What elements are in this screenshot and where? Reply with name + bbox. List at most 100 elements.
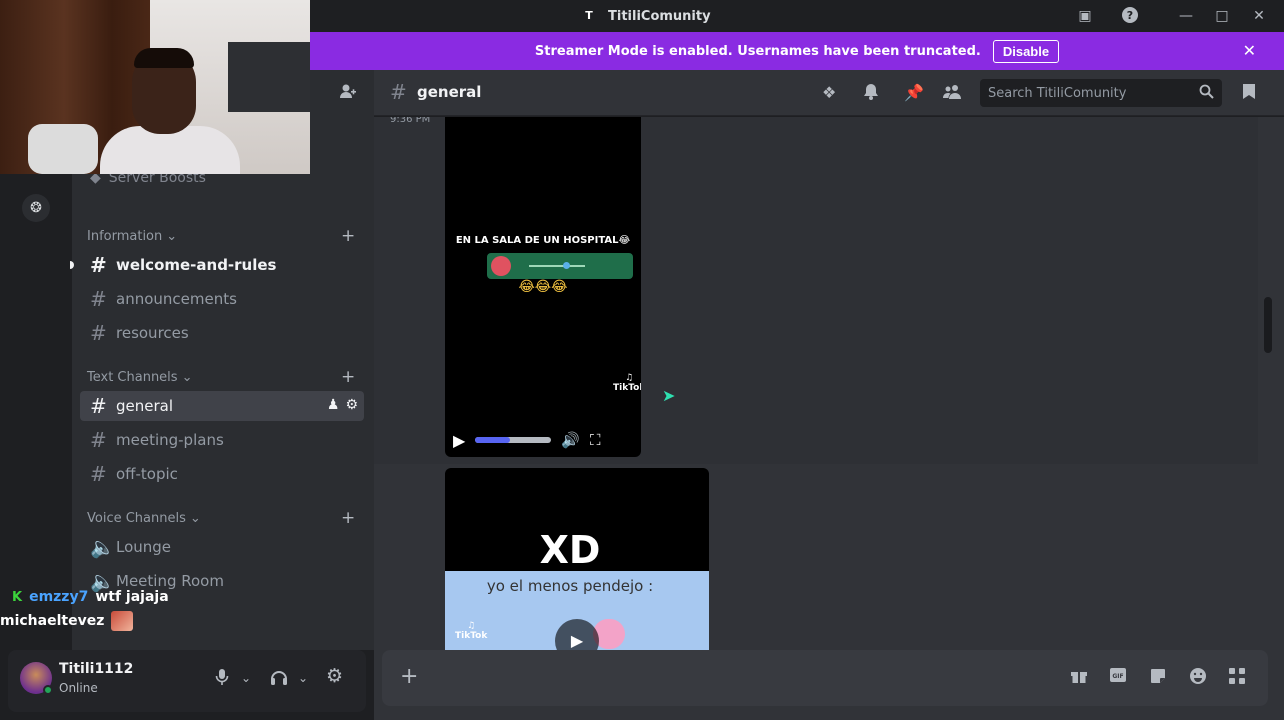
chevron-down-icon[interactable]: ⌄ (298, 671, 308, 685)
member-list-icon[interactable] (942, 83, 962, 103)
channel-off-topic[interactable]: # off-topic (80, 459, 364, 489)
audio-track (529, 265, 585, 267)
play-button-icon[interactable]: ▶ (555, 619, 599, 650)
channel-welcome-and-rules[interactable]: # welcome-and-rules (80, 250, 364, 280)
server-badge: T (580, 7, 598, 25)
video-progress-bar[interactable] (475, 437, 552, 443)
invite-people-icon[interactable] (338, 82, 356, 104)
chevron-down-icon: ⌄ (166, 229, 178, 244)
tiktok-icon: ♫ (625, 373, 634, 383)
inbox-bookmark-icon[interactable] (1242, 83, 1256, 104)
scrollbar-thumb[interactable] (1264, 297, 1272, 353)
play-icon[interactable]: ▶ (453, 431, 465, 450)
channel-label: resources (116, 324, 189, 342)
video-caption: EN LA SALA DE UN HOSPITAL😂 (455, 235, 631, 246)
channel-label: off-topic (116, 465, 178, 483)
headphones-icon[interactable] (270, 668, 288, 690)
pin-icon[interactable]: 📌 (904, 83, 924, 102)
channel-label: welcome-and-rules (116, 256, 277, 274)
video-title-text: XD (539, 528, 601, 572)
create-channel-icon[interactable]: + (341, 508, 355, 528)
channel-label: Meeting Room (116, 572, 224, 590)
maximize-icon[interactable]: □ (1211, 6, 1233, 26)
text-channel-icon: # (390, 80, 407, 104)
microphone-icon[interactable] (215, 668, 229, 690)
tiktok-icon: ♫ (467, 621, 476, 631)
overlay-chat-user: michaeltevez (0, 613, 105, 629)
apps-icon[interactable] (1228, 667, 1246, 689)
video-thumbnail: yo el menos pendejo : ▶ ♫ TikTok (445, 571, 709, 650)
emoji-icon[interactable] (1189, 667, 1207, 689)
channel-label: Lounge (116, 538, 172, 556)
online-status-icon (43, 685, 53, 695)
user-settings-gear-icon[interactable]: ⚙ (326, 665, 343, 687)
message-composer: + GIF (382, 650, 1268, 706)
category-label: Voice Channels (87, 511, 186, 526)
overlay-chat-line: michaeltevez (0, 611, 134, 631)
video-attachment[interactable]: EN LA SALA DE UN HOSPITAL😂 😂😂😂 ♫ TikTok … (445, 117, 641, 457)
video-emoji: 😂😂😂 (518, 279, 568, 295)
add-attachment-icon[interactable]: + (400, 664, 418, 689)
emote-icon (111, 611, 134, 631)
channel-resources[interactable]: # resources (80, 318, 364, 348)
speaker-icon: 🔈 (90, 535, 115, 559)
channel-actions: ♟ ⚙ (327, 397, 358, 413)
gear-icon[interactable]: ⚙ (345, 397, 358, 413)
channel-label: announcements (116, 290, 237, 308)
inbox-icon[interactable]: ▣ (1074, 6, 1096, 26)
overlay-chat-message: wtf jajaja (95, 589, 169, 605)
message-input[interactable] (438, 664, 1038, 692)
tiktok-watermark: ♫ TikTok (613, 373, 641, 393)
username[interactable]: Titili1112 (59, 661, 133, 677)
video-attachment[interactable]: XD yo el menos pendejo : ▶ ♫ TikTok (445, 468, 709, 650)
overlay-chat-user: emzzy7 (29, 589, 89, 605)
minimize-icon[interactable]: — (1175, 6, 1197, 26)
overlay-chat-line: K emzzy7 wtf jajaja (12, 589, 169, 605)
channel-announcements[interactable]: # announcements (80, 284, 364, 314)
search-icon (1199, 84, 1214, 103)
channel-general[interactable]: # general ♟ ⚙ (80, 391, 364, 421)
banner-close-icon[interactable]: ✕ (1243, 41, 1256, 60)
webcam-chair (28, 124, 98, 174)
webcam-overlay (0, 0, 310, 174)
create-channel-icon[interactable]: + (341, 367, 355, 387)
gif-icon[interactable]: GIF (1109, 667, 1127, 687)
chevron-down-icon[interactable]: ⌄ (241, 671, 251, 685)
search-input[interactable] (980, 79, 1180, 107)
help-icon[interactable]: ? (1119, 6, 1141, 26)
search-box[interactable] (980, 79, 1222, 107)
voice-channel-lounge[interactable]: 🔈 Lounge (80, 532, 364, 562)
gift-icon[interactable] (1070, 667, 1088, 688)
text-channel-icon: # (90, 428, 107, 452)
tiktok-watermark: ♫ TikTok (455, 621, 487, 641)
webcam-person-hair (134, 48, 194, 68)
channel-label: meeting-plans (116, 431, 224, 449)
channel-title: general (417, 83, 482, 101)
fullscreen-icon[interactable]: ⛶ (590, 431, 601, 449)
sticker-icon[interactable] (1149, 667, 1167, 689)
category-label: Information (87, 229, 163, 244)
tiktok-label: TikTok (613, 383, 641, 393)
disable-streamer-mode-button[interactable]: Disable (992, 39, 1060, 63)
text-channel-icon: # (90, 321, 107, 345)
category-text-channels[interactable]: Text Channels ⌄ (87, 370, 192, 385)
threads-icon[interactable]: ❖ (822, 83, 836, 102)
streamer-mode-banner: Streamer Mode is enabled. Usernames have… (310, 32, 1284, 70)
video-caption: yo el menos pendejo : (486, 577, 654, 595)
channel-label: general (116, 397, 174, 415)
window-title: T TitiliComunity (580, 7, 711, 25)
category-information[interactable]: Information ⌄ (87, 229, 177, 244)
category-voice-channels[interactable]: Voice Channels ⌄ (87, 511, 201, 526)
banner-text: Streamer Mode is enabled. Usernames have… (534, 43, 981, 59)
audio-thumb (563, 262, 570, 269)
notification-bell-icon[interactable] (863, 83, 879, 104)
invite-icon[interactable]: ♟ (327, 397, 340, 413)
chevron-down-icon: ⌄ (181, 370, 193, 385)
close-icon[interactable]: ✕ (1248, 6, 1270, 26)
volume-icon[interactable]: 🔊 (561, 431, 580, 449)
channel-meeting-plans[interactable]: # meeting-plans (80, 425, 364, 455)
webcam-tv (228, 42, 310, 112)
composer-area: + GIF (374, 650, 1284, 720)
explore-servers-icon[interactable]: ❂ (22, 194, 50, 222)
create-channel-icon[interactable]: + (341, 226, 355, 246)
